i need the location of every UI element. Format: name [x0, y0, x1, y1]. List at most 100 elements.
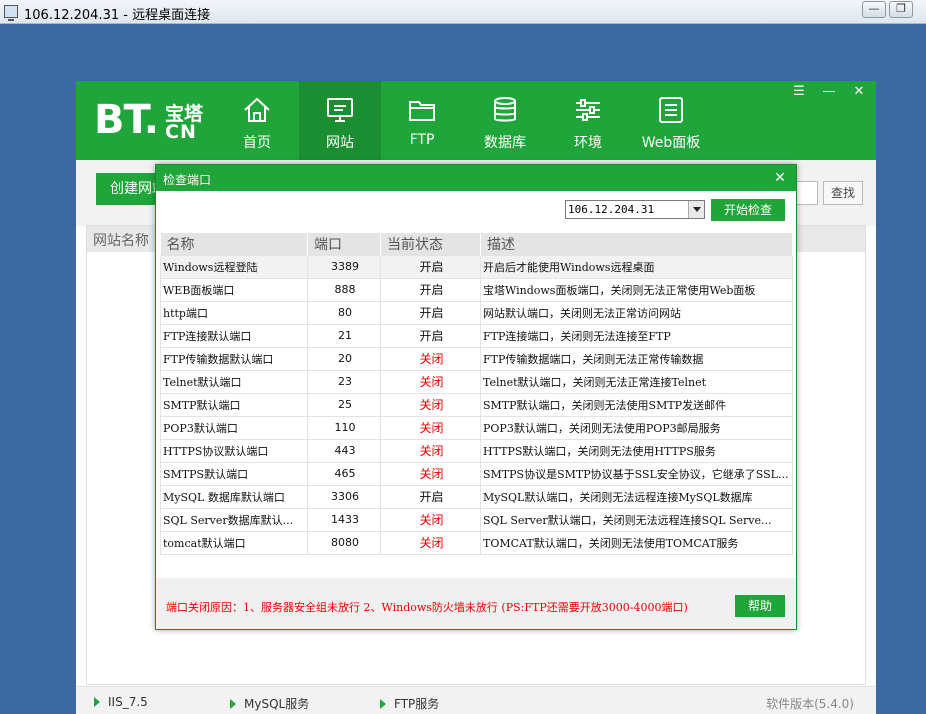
- nav-web-panel-label: Web面板: [641, 135, 701, 151]
- cell-port: 443: [307, 438, 381, 463]
- database-icon: [494, 97, 516, 122]
- service-iis-label: IIS_7.5: [108, 695, 148, 709]
- column-description: 描述: [480, 233, 793, 255]
- panel-header: BT. 宝塔 CN 首页 网站 FTP 数据库 环境 Web面板 ☰ — ✕: [76, 81, 876, 160]
- cell-name: SQL Server数据库默认...: [160, 507, 308, 532]
- nav-website-label: 网站: [326, 135, 354, 151]
- cell-port: 80: [307, 300, 381, 325]
- cell-port: 1433: [307, 507, 381, 532]
- dialog-title-bar: 检查端口 ✕: [156, 165, 796, 191]
- cell-status: 关闭: [380, 461, 481, 486]
- rdp-window-title: 106.12.204.31 - 远程桌面连接: [24, 8, 211, 23]
- service-mysql-label: MySQL服务: [244, 697, 310, 711]
- cell-port: 465: [307, 461, 381, 486]
- cell-port: 110: [307, 415, 381, 440]
- cell-status: 开启: [380, 323, 481, 348]
- nav-web-panel[interactable]: Web面板: [630, 81, 712, 160]
- table-row: http端口 80 开启 网站默认端口，关闭则无法正常访问网站: [160, 300, 793, 325]
- cell-status: 关闭: [380, 438, 481, 463]
- column-status: 当前状态: [380, 233, 481, 255]
- table-row: SQL Server数据库默认... 1433 关闭 SQL Server默认端口，关…: [160, 507, 793, 532]
- cell-name: SMTP默认端口: [160, 392, 308, 417]
- panel-menu-button[interactable]: ☰: [788, 85, 810, 101]
- nav-environment[interactable]: 环境: [547, 81, 629, 160]
- rdp-minimize-button[interactable]: —: [862, 1, 886, 18]
- cell-port: 20: [307, 346, 381, 371]
- software-version: 软件版本(5.4.0): [766, 697, 854, 711]
- cell-description: HTTPS默认端口，关闭则无法使用HTTPS服务: [480, 438, 793, 463]
- cell-status: 关闭: [380, 507, 481, 532]
- table-row: FTP连接默认端口 21 开启 FTP连接端口，关闭则无法连接至FTP: [160, 323, 793, 348]
- panel-close-button[interactable]: ✕: [848, 85, 870, 101]
- cell-name: MySQL 数据库默认端口: [160, 484, 308, 509]
- nav-database-label: 数据库: [484, 135, 526, 151]
- port-table-header: 名称 端口 当前状态 描述: [160, 233, 793, 255]
- cell-name: http端口: [160, 300, 308, 325]
- nav-database[interactable]: 数据库: [464, 81, 546, 160]
- search-button[interactable]: 查找: [823, 181, 863, 205]
- service-ftp-label: FTP服务: [394, 697, 440, 711]
- cell-status: 开启: [380, 300, 481, 325]
- cell-port: 23: [307, 369, 381, 394]
- dialog-close-button[interactable]: ✕: [770, 168, 790, 188]
- ip-select[interactable]: 106.12.204.31: [565, 200, 705, 219]
- nav-environment-label: 环境: [574, 135, 602, 151]
- cell-name: SMTPS默认端口: [160, 461, 308, 486]
- panel-minimize-button[interactable]: —: [818, 85, 840, 101]
- service-mysql[interactable]: MySQL服务: [230, 695, 309, 712]
- column-port: 端口: [307, 233, 381, 255]
- cell-name: FTP连接默认端口: [160, 323, 308, 348]
- nav-ftp[interactable]: FTP: [381, 81, 463, 160]
- cell-status: 开启: [380, 254, 481, 279]
- nav-home-label: 首页: [243, 135, 271, 151]
- cell-status: 开启: [380, 277, 481, 302]
- cell-description: Telnet默认端口，关闭则无法正常连接Telnet: [480, 369, 793, 394]
- cell-status: 关闭: [380, 346, 481, 371]
- cell-description: SQL Server默认端口，关闭则无法远程连接SQL Serve...: [480, 507, 793, 532]
- dialog-title: 检查端口: [163, 173, 212, 187]
- cell-description: 开启后才能使用Windows远程桌面: [480, 254, 793, 279]
- nav-website[interactable]: 网站: [299, 81, 381, 160]
- rdp-title-bar: 106.12.204.31 - 远程桌面连接 — ❐: [0, 0, 926, 24]
- logo-cn-bottom: CN: [165, 121, 197, 143]
- play-icon: [230, 699, 236, 709]
- folder-icon: [409, 101, 435, 121]
- cell-description: 网站默认端口，关闭则无法正常访问网站: [480, 300, 793, 325]
- cell-description: 宝塔Windows面板端口，关闭则无法正常使用Web面板: [480, 277, 793, 302]
- cell-description: TOMCAT默认端口，关闭则无法使用TOMCAT服务: [480, 530, 793, 555]
- monitor-icon: [327, 98, 353, 122]
- rdp-restore-button[interactable]: ❐: [889, 1, 913, 18]
- nav-ftp-label: FTP: [409, 132, 435, 148]
- help-button[interactable]: 帮助: [735, 595, 785, 617]
- table-row: FTP传输数据默认端口 20 关闭 FTP传输数据端口，关闭则无法正常传输数据: [160, 346, 793, 371]
- table-row: SMTPS默认端口 465 关闭 SMTPS协议是SMTP协议基于SSL安全协议，它继…: [160, 461, 793, 486]
- cell-port: 888: [307, 277, 381, 302]
- column-name: 名称: [160, 233, 308, 255]
- bt-logo: BT. 宝塔 CN: [94, 97, 204, 143]
- nav-home[interactable]: 首页: [216, 81, 298, 160]
- dialog-footer: 端口关闭原因：1、服务器安全组未放行 2、Windows防火墙未放行 (PS:F…: [156, 578, 796, 629]
- cell-name: tomcat默认端口: [160, 530, 308, 555]
- start-check-button[interactable]: 开始检查: [711, 199, 785, 221]
- cell-status: 关闭: [380, 415, 481, 440]
- ip-select-value: 106.12.204.31: [568, 203, 655, 216]
- logo-main-text: BT.: [94, 97, 159, 143]
- service-ftp[interactable]: FTP服务: [380, 695, 439, 712]
- table-row: WEB面板端口 888 开启 宝塔Windows面板端口，关闭则无法正常使用Web面板: [160, 277, 793, 302]
- cell-status: 关闭: [380, 530, 481, 555]
- remote-desktop-icon: [4, 5, 18, 21]
- cell-name: Telnet默认端口: [160, 369, 308, 394]
- port-closed-note: 端口关闭原因：1、服务器安全组未放行 2、Windows防火墙未放行 (PS:F…: [166, 601, 688, 614]
- cell-port: 21: [307, 323, 381, 348]
- table-row: Telnet默认端口 23 关闭 Telnet默认端口，关闭则无法正常连接Telnet: [160, 369, 793, 394]
- cell-name: Windows远程登陆: [160, 254, 308, 279]
- cell-name: FTP传输数据默认端口: [160, 346, 308, 371]
- chevron-down-icon[interactable]: [688, 201, 704, 218]
- site-search-input[interactable]: [796, 181, 818, 205]
- cell-status: 开启: [380, 484, 481, 509]
- cell-port: 3306: [307, 484, 381, 509]
- cell-name: HTTPS协议默认端口: [160, 438, 308, 463]
- service-iis[interactable]: IIS_7.5: [94, 695, 148, 709]
- cell-name: WEB面板端口: [160, 277, 308, 302]
- cell-description: SMTPS协议是SMTP协议基于SSL安全协议，它继承了SSL...: [480, 461, 793, 486]
